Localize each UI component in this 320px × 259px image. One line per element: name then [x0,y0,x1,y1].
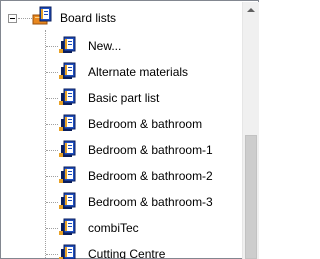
tree-node-child[interactable]: Cutting Centre [2,242,242,259]
tree-node-child[interactable]: Bedroom & bathroom [2,112,242,136]
tree-node-child[interactable]: Alternate materials [2,60,242,84]
book-icon [58,35,78,55]
tree-node-label: New... [88,39,122,53]
book-icon [58,243,78,259]
collapse-toggle[interactable] [8,14,17,23]
book-icon [58,191,78,211]
book-icon [58,165,78,185]
book-stack-icon [32,6,52,26]
tree-node-label: combiTec [88,221,139,235]
tree-node-label: Basic part list [88,91,160,105]
tree-node-child[interactable]: Bedroom & bathroom-3 [2,190,242,214]
tree-node-child[interactable]: Basic part list [2,86,242,110]
book-icon [58,113,78,133]
tree-node-label: Board lists [60,11,117,25]
board-lists-tree: Board lists New... Alternate materials Bas… [2,2,242,259]
tree-node-child[interactable]: New... [2,34,242,58]
book-icon [58,217,78,237]
book-icon [58,139,78,159]
tree-node-label: Bedroom & bathroom-3 [88,195,213,209]
book-icon [58,61,78,81]
scroll-up-arrow-icon[interactable] [243,2,259,19]
tree-node-label: Bedroom & bathroom-1 [88,143,213,157]
tree-node-child[interactable]: Bedroom & bathroom-2 [2,164,242,188]
tree-node-label: Alternate materials [88,65,189,79]
tree-node-label: Cutting Centre [88,247,166,259]
scrollbar-thumb[interactable] [245,135,257,259]
tree-node-board-lists[interactable]: Board lists [2,6,242,30]
tree-panel: Board lists New... Alternate materials Bas… [0,0,259,259]
tree-node-child[interactable]: Bedroom & bathroom-1 [2,138,242,162]
tree-node-child[interactable]: combiTec [2,216,242,240]
book-icon [58,87,78,107]
tree-node-label: Bedroom & bathroom-2 [88,169,213,183]
vertical-scrollbar[interactable] [242,2,259,259]
tree-node-label: Bedroom & bathroom [88,117,203,131]
